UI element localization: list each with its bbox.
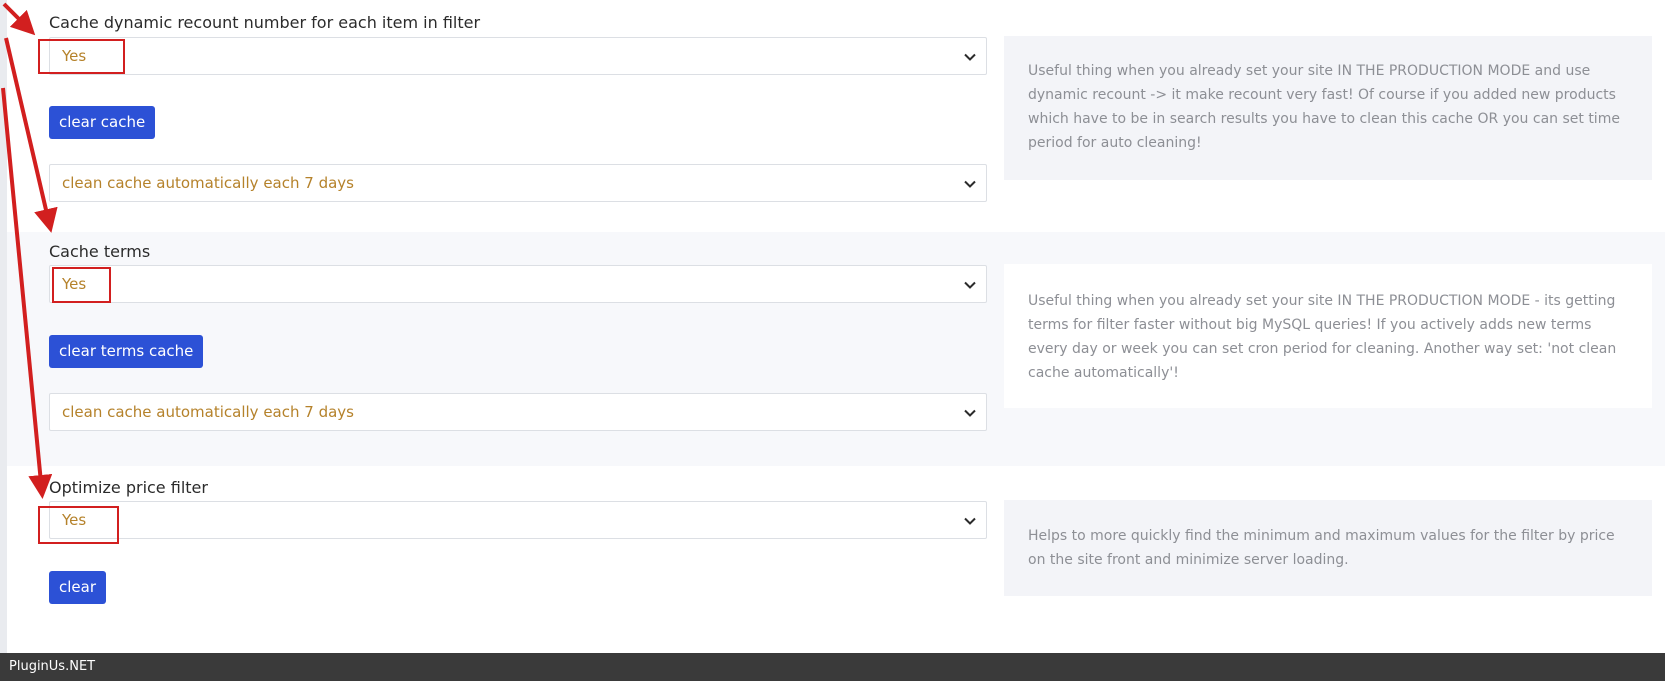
annotation-arrow — [1, 87, 53, 499]
annotation-arrows — [1, 2, 58, 499]
footer-bar: PluginUs.NET — [0, 653, 1665, 681]
annotation-arrow — [2, 2, 36, 36]
footer-brand: PluginUs.NET — [9, 659, 96, 674]
